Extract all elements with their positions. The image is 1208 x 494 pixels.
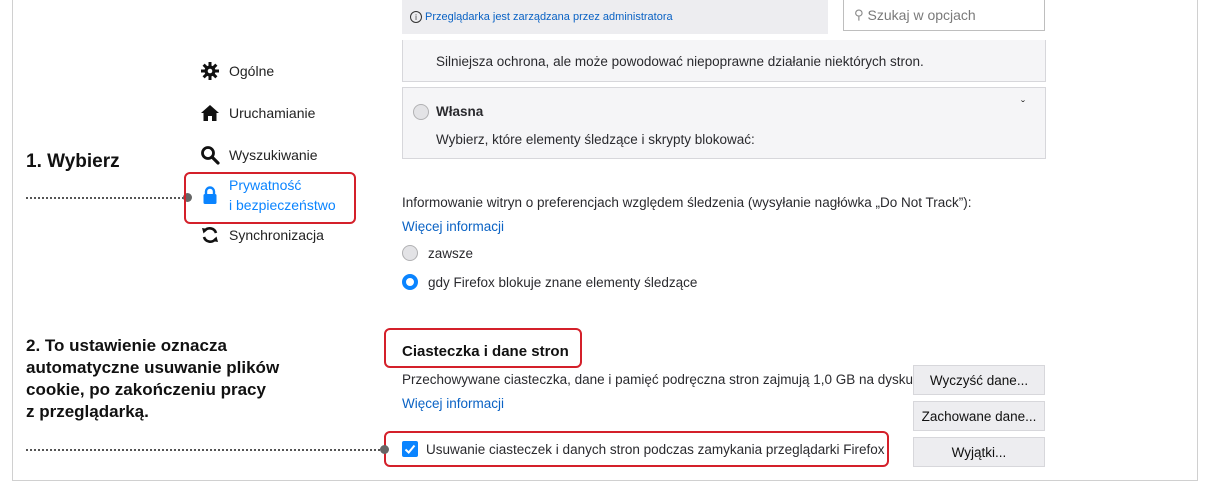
when-blocking-radio[interactable] (402, 274, 418, 290)
gear-icon (200, 61, 220, 81)
sidebar-item-label: Wyszukiwanie (229, 147, 318, 163)
annotation-step1-leader (26, 197, 188, 199)
always-label: zawsze (428, 245, 474, 261)
delete-on-close-highlight (384, 431, 889, 467)
search-placeholder: Szukaj w opcjach (867, 7, 976, 23)
privacy-highlight (184, 172, 356, 224)
sidebar-item-label: Synchronizacja (229, 227, 324, 243)
annotation-step2-line: automatyczne usuwanie plików (26, 358, 280, 377)
search-icon: ⚲ (854, 7, 864, 22)
dnt-more-info-link[interactable]: Więcej informacji (402, 219, 504, 234)
sidebar-item-search[interactable]: Wyszukiwanie (200, 141, 336, 169)
always-radio[interactable] (402, 245, 418, 261)
dnt-option-always[interactable]: zawsze (402, 245, 473, 261)
sidebar-item-label: Ogólne (229, 63, 275, 79)
custom-radio[interactable] (413, 104, 429, 120)
manage-data-button[interactable]: Zachowane dane... (913, 401, 1045, 431)
annotation-step2-leader (26, 449, 384, 451)
annotation-step2-dot (380, 445, 389, 454)
cookies-storage-text: Przechowywane ciasteczka, dane i pamięć … (402, 372, 917, 387)
custom-description: Wybierz, które elementy śledzące i skryp… (436, 132, 755, 147)
chevron-down-icon[interactable]: ˇ (1021, 98, 1025, 112)
search-icon (200, 145, 220, 165)
annotation-step1: 1. Wybierz (26, 151, 120, 172)
search-input[interactable]: ⚲ Szukaj w opcjach (843, 0, 1045, 31)
managed-notice[interactable]: i Przeglądarka jest zarządzana przez adm… (402, 0, 828, 34)
sync-icon (200, 225, 220, 245)
cookies-title-highlight (384, 328, 582, 368)
dnt-option-when-blocking[interactable]: gdy Firefox blokuje znane elementy śledz… (402, 274, 697, 290)
strict-option-panel: Silniejsza ochrona, ale może powodować n… (402, 40, 1046, 82)
cookies-more-info-link[interactable]: Więcej informacji (402, 396, 504, 411)
annotation-step2: 2. To ustawienie oznacza automatyczne us… (26, 335, 279, 423)
exceptions-button[interactable]: Wyjątki... (913, 437, 1045, 467)
sidebar-item-general[interactable]: Ogólne (200, 57, 336, 85)
dnt-text: Informowanie witryn o preferencjach wzgl… (402, 195, 972, 210)
clear-data-button[interactable]: Wyczyść dane... (913, 365, 1045, 395)
annotation-step2-line: cookie, po zakończeniu pracy (26, 380, 266, 399)
annotation-step2-line: z przeglądarką. (26, 402, 149, 421)
home-icon (200, 103, 220, 123)
sidebar-item-sync[interactable]: Synchronizacja (200, 221, 336, 249)
info-icon: i (410, 11, 422, 23)
when-blocking-label: gdy Firefox blokuje znane elementy śledz… (428, 274, 698, 290)
custom-title: Własna (436, 104, 484, 119)
managed-notice-label: Przeglądarka jest zarządzana przez admin… (425, 11, 673, 23)
sidebar-item-startup[interactable]: Uruchamianie (200, 99, 336, 127)
strict-description: Silniejsza ochrona, ale może powodować n… (436, 54, 924, 69)
annotation-step2-line: 2. To ustawienie oznacza (26, 336, 227, 355)
custom-option-panel[interactable]: Własna ˇ Wybierz, które elementy śledząc… (402, 87, 1046, 159)
sidebar-item-label: Uruchamianie (229, 105, 316, 121)
